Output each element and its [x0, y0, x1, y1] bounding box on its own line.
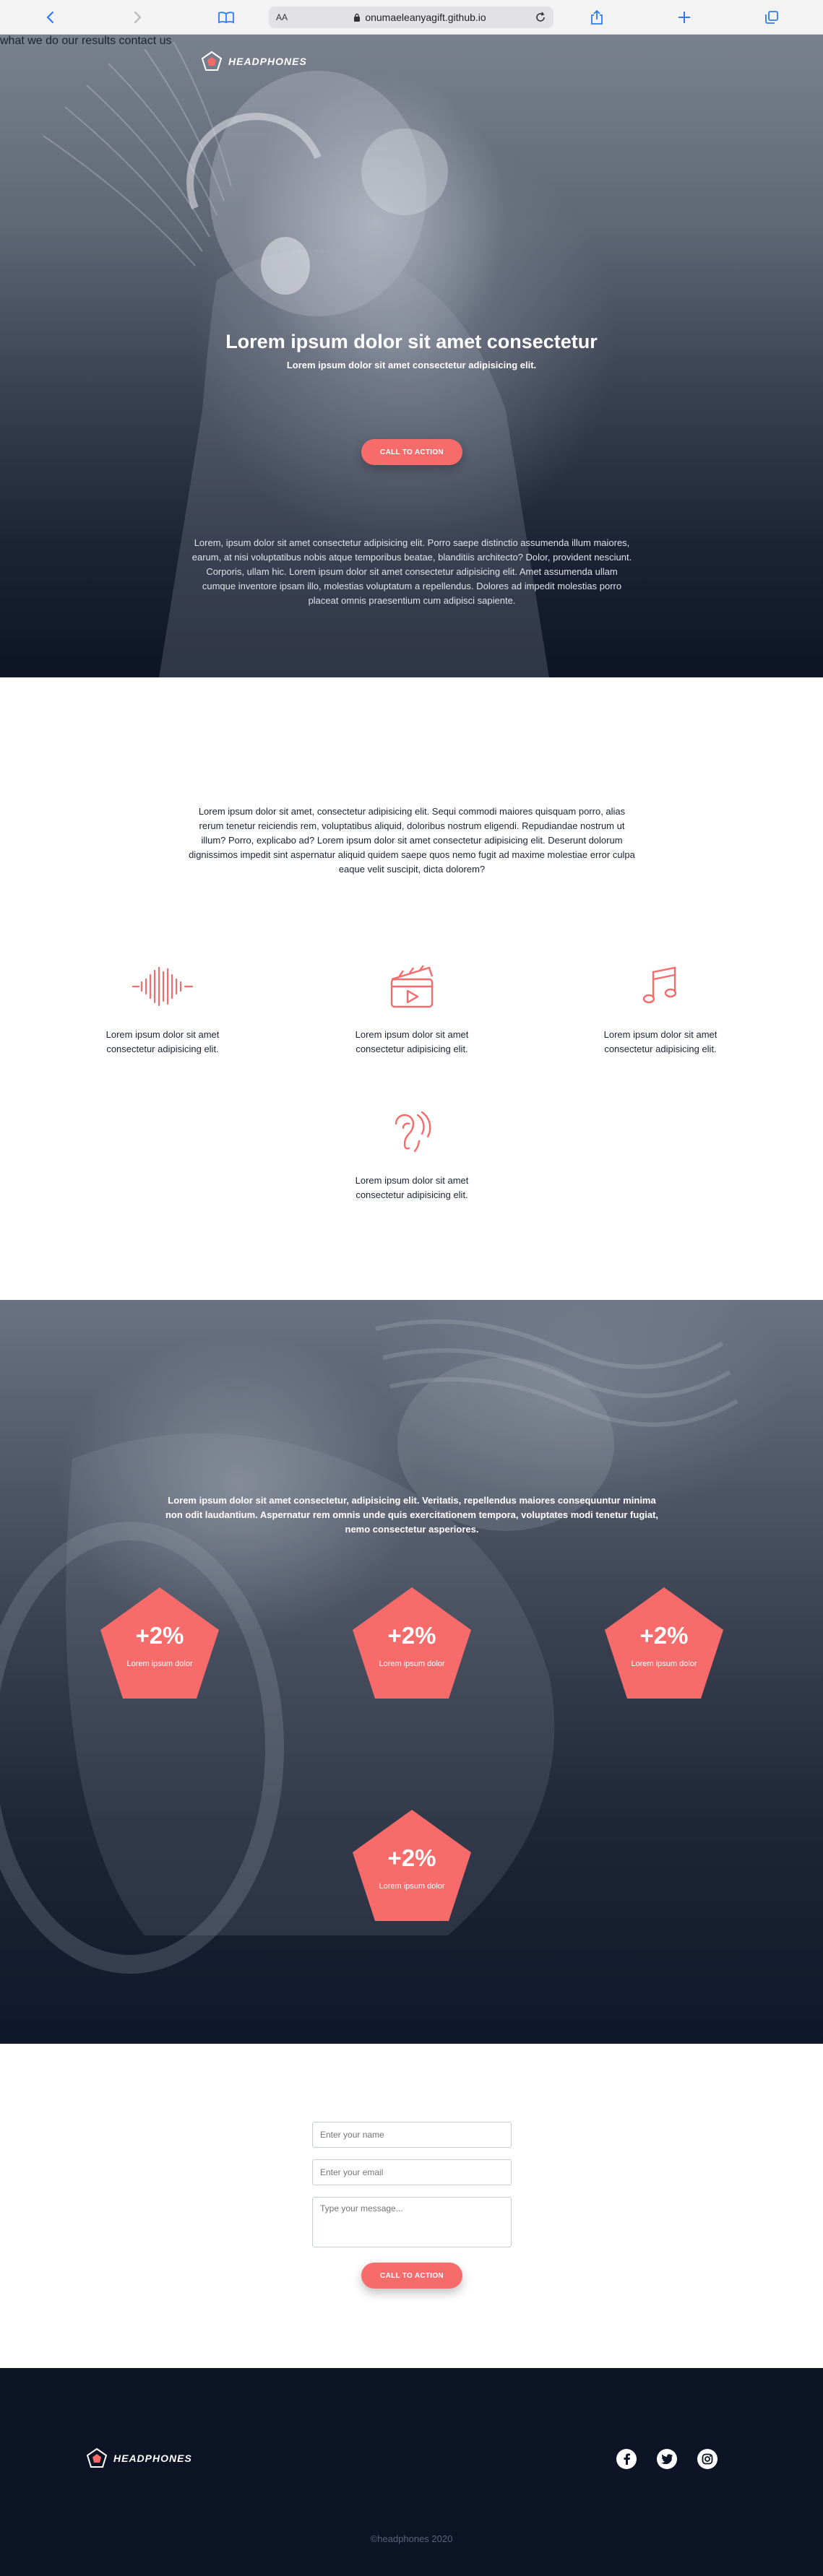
reload-icon[interactable]: [535, 12, 546, 23]
share-button[interactable]: [585, 6, 608, 29]
book-icon: [218, 12, 234, 24]
stat-value: +2%: [639, 1622, 689, 1649]
chevron-right-icon: [134, 11, 142, 24]
forward-button[interactable]: [126, 6, 149, 29]
instagram-link[interactable]: [697, 2449, 718, 2469]
intro-paragraph: Lorem ipsum dolor sit amet, consectetur …: [189, 806, 635, 875]
new-tab-button[interactable]: [673, 6, 696, 29]
stat-label: Lorem ipsum dolor: [379, 1660, 445, 1668]
hero-section: HEADPHONES what we do our results contac…: [0, 35, 823, 677]
copyright-text: ©headphones 2020: [370, 2533, 453, 2544]
email-field[interactable]: [312, 2159, 512, 2185]
stat-pentagon: +2% Lorem ipsum dolor: [605, 1587, 723, 1699]
back-button[interactable]: [39, 6, 62, 29]
footer-logo[interactable]: HEADPHONES: [86, 2447, 192, 2469]
chevron-left-icon: [46, 11, 54, 24]
feature-text: Lorem ipsum dolor sit amet consectetur a…: [355, 1175, 469, 1200]
url-text: onumaeleanyagift.github.io: [365, 12, 486, 23]
hearing-icon: [395, 1111, 431, 1153]
plus-icon: [678, 12, 690, 23]
feature-card: Lorem ipsum dolor sit amet consectetur a…: [90, 961, 235, 1057]
feature-text: Lorem ipsum dolor sit amet consectetur a…: [603, 1029, 718, 1054]
stat-value: +2%: [135, 1622, 184, 1649]
logo-icon: [86, 2447, 108, 2468]
logo-text: HEADPHONES: [228, 56, 307, 67]
feature-text: Lorem ipsum dolor sit amet consectetur a…: [355, 1029, 469, 1054]
stat-label: Lorem ipsum dolor: [631, 1660, 697, 1668]
facebook-icon: [624, 2453, 630, 2465]
clapperboard-icon: [390, 965, 434, 1008]
footer: HEADPHONES ©headphones 2020: [0, 2368, 823, 2576]
name-field[interactable]: [312, 2122, 512, 2148]
contact-cta-button[interactable]: CALL TO ACTION: [361, 2263, 462, 2289]
twitter-link[interactable]: [657, 2449, 677, 2469]
stat-label: Lorem ipsum dolor: [126, 1660, 193, 1668]
bookmarks-button[interactable]: [215, 6, 238, 29]
instagram-icon: [702, 2453, 713, 2465]
hero-title: Lorem ipsum dolor sit amet consectetur: [225, 331, 598, 352]
feature-card: Lorem ipsum dolor sit amet consectetur a…: [340, 961, 484, 1057]
text-size-button[interactable]: AA: [276, 12, 305, 22]
feature-text: Lorem ipsum dolor sit amet consectetur a…: [105, 1029, 220, 1054]
stat-value: +2%: [387, 1844, 436, 1871]
stats-paragraph: Lorem ipsum dolor sit amet consectetur, …: [165, 1495, 659, 1535]
feature-card: Lorem ipsum dolor sit amet consectetur a…: [588, 961, 733, 1057]
logo-text: HEADPHONES: [113, 2453, 192, 2464]
lock-icon: [354, 13, 361, 22]
facebook-link[interactable]: [616, 2449, 637, 2469]
stat-pentagon: +2% Lorem ipsum dolor: [353, 1810, 471, 1921]
message-field[interactable]: [312, 2197, 512, 2247]
address-bar[interactable]: AA onumaeleanyagift.github.io: [269, 6, 553, 28]
logo-icon: [201, 51, 223, 71]
hero-paragraph: Lorem, ipsum dolor sit amet consectetur …: [191, 537, 632, 606]
share-icon: [591, 9, 603, 25]
hero-cta-button[interactable]: CALL TO ACTION: [361, 439, 462, 465]
tabs-icon: [765, 11, 778, 24]
stat-label: Lorem ipsum dolor: [379, 1882, 445, 1891]
brand-logo[interactable]: HEADPHONES: [201, 51, 307, 72]
feature-card: Lorem ipsum dolor sit amet consectetur a…: [340, 1107, 484, 1202]
twitter-icon: [661, 2454, 673, 2464]
music-note-icon: [642, 966, 677, 1004]
stat-pentagon: +2% Lorem ipsum dolor: [100, 1587, 219, 1699]
stat-value: +2%: [387, 1622, 436, 1649]
hero-subtitle: Lorem ipsum dolor sit amet consectetur a…: [286, 360, 537, 370]
stat-pentagon: +2% Lorem ipsum dolor: [353, 1587, 471, 1699]
tabs-button[interactable]: [760, 6, 783, 29]
browser-toolbar: AA onumaeleanyagift.github.io: [0, 0, 823, 35]
stats-section: Lorem ipsum dolor sit amet consectetur, …: [0, 1300, 823, 2044]
sound-wave-icon: [132, 966, 194, 1007]
